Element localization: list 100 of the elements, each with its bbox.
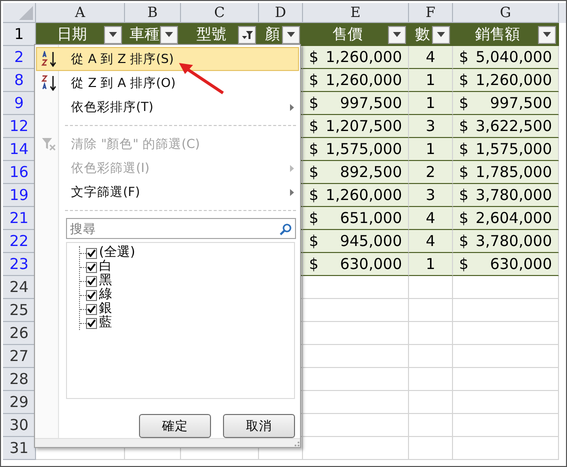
row-number[interactable]: 21 xyxy=(3,207,36,230)
row-number[interactable]: 16 xyxy=(3,161,36,184)
currency-symbol: $ xyxy=(309,138,319,160)
search-icon xyxy=(279,223,292,236)
filter-button[interactable] xyxy=(238,26,256,44)
currency-symbol: $ xyxy=(309,254,319,275)
checkbox-label[interactable]: 黑 xyxy=(99,274,112,288)
row-number[interactable]: 9 xyxy=(3,92,36,115)
filter-button[interactable] xyxy=(104,26,122,44)
row-number[interactable]: 27 xyxy=(3,345,36,368)
checkbox-label[interactable]: 白 xyxy=(99,260,112,274)
filter-button[interactable] xyxy=(538,26,556,44)
currency-symbol: $ xyxy=(459,184,469,206)
currency-symbol: $ xyxy=(459,138,469,160)
table-cell-text: 2 xyxy=(426,162,436,183)
menu-item[interactable]: 從 Z 到 A 排序(O) xyxy=(36,71,299,95)
table-cell-text: 651,000 xyxy=(340,208,402,229)
filter-button[interactable] xyxy=(160,26,178,44)
currency-symbol: $ xyxy=(309,230,319,252)
currency-symbol: $ xyxy=(309,162,319,183)
table-header-cell-text: 日期 xyxy=(56,24,88,46)
table-header-cell-text: 車種 xyxy=(129,24,160,46)
row-number[interactable]: 24 xyxy=(3,276,36,299)
table-cell-text: 1,575,000 xyxy=(476,138,552,160)
filter-icon xyxy=(241,30,253,40)
dialog-button[interactable]: 確定 xyxy=(139,414,211,438)
grid-cell xyxy=(409,414,453,437)
menu-item[interactable]: 文字篩選(F) xyxy=(36,180,299,204)
grid-cell xyxy=(409,299,453,322)
grid-cell xyxy=(409,322,453,345)
sort-ascending-icon xyxy=(40,51,58,67)
checkbox[interactable] xyxy=(86,318,97,329)
currency-symbol: $ xyxy=(309,46,319,68)
table-cell-text: 1 xyxy=(426,92,436,114)
table-cell-text: 1,260,000 xyxy=(326,70,402,91)
filter-button[interactable] xyxy=(388,26,406,44)
checkbox[interactable] xyxy=(86,262,97,273)
filter-button[interactable] xyxy=(432,26,450,44)
currency-symbol: $ xyxy=(309,92,319,114)
table-cell-text: 1,260,000 xyxy=(476,70,552,91)
table-cell-text: 630,000 xyxy=(340,254,402,275)
row-number[interactable]: 14 xyxy=(3,138,36,161)
checkbox-label[interactable]: 藍 xyxy=(99,316,112,330)
row-number[interactable]: 28 xyxy=(3,368,36,391)
currency-symbol: $ xyxy=(459,230,469,252)
grid-cell xyxy=(409,391,453,414)
currency-symbol: $ xyxy=(459,70,469,91)
table-header-cell-text: 數 xyxy=(414,24,431,46)
table-cell-text: 3 xyxy=(426,184,436,206)
table-header-cell-text: 銷售額 xyxy=(474,24,521,46)
table-cell-text: 1,207,500 xyxy=(326,116,402,137)
row-number[interactable]: 22 xyxy=(3,230,36,253)
checkbox[interactable] xyxy=(86,304,97,315)
currency-symbol: $ xyxy=(309,70,319,91)
table-cell-text: 630,000 xyxy=(490,254,552,275)
grid-cell xyxy=(409,437,453,460)
checkbox[interactable] xyxy=(86,276,97,287)
row-number[interactable]: 8 xyxy=(3,69,36,92)
currency-symbol: $ xyxy=(309,184,319,206)
checkbox-label[interactable]: 銀 xyxy=(99,302,112,316)
annotation-arrow xyxy=(177,61,227,97)
dialog-button[interactable]: 取消 xyxy=(223,414,295,438)
row-number[interactable]: 26 xyxy=(3,322,36,345)
menu-item[interactable]: 依色彩排序(T) xyxy=(36,95,299,119)
grid-cell xyxy=(409,345,453,368)
table-cell-text: 4 xyxy=(426,208,436,229)
menu-item[interactable]: 從 A 到 Z 排序(S) xyxy=(36,47,299,71)
row-number[interactable]: 19 xyxy=(3,184,36,207)
clear-filter-icon xyxy=(41,137,57,151)
table-cell-text: 1 xyxy=(426,70,436,91)
caret-icon xyxy=(287,32,295,37)
currency-symbol: $ xyxy=(459,46,469,68)
currency-symbol: $ xyxy=(459,162,469,183)
table-header-cell-text: 顏 xyxy=(264,24,281,46)
table-cell-text: 997,500 xyxy=(340,92,402,114)
grid-cell xyxy=(409,368,453,391)
checkbox[interactable] xyxy=(86,248,97,259)
table-cell-text: 2,604,000 xyxy=(476,208,552,229)
row-number[interactable]: 30 xyxy=(3,414,36,437)
row-number[interactable]: 23 xyxy=(3,253,36,276)
row-number[interactable]: 29 xyxy=(3,391,36,414)
search-field[interactable]: 搜尋 xyxy=(66,218,296,240)
currency-symbol: $ xyxy=(309,116,319,137)
caret-icon xyxy=(165,32,173,37)
table-cell-text: 1,260,000 xyxy=(326,46,402,68)
table-header-cell-text: 型號 xyxy=(196,24,228,46)
checkbox-label[interactable]: (全選) xyxy=(99,246,136,260)
resize-grip-icon[interactable] xyxy=(292,439,300,447)
row-number[interactable]: 2 xyxy=(3,46,36,69)
row-number[interactable]: 1 xyxy=(3,23,36,46)
filter-button[interactable] xyxy=(282,26,300,44)
row-number[interactable]: 25 xyxy=(3,299,36,322)
checkbox-label[interactable]: 綠 xyxy=(99,288,112,302)
row-number[interactable]: 12 xyxy=(3,115,36,138)
table-header-cell-text: 售價 xyxy=(332,24,364,46)
checkbox[interactable] xyxy=(86,290,97,301)
currency-symbol: $ xyxy=(309,208,319,229)
row-number[interactable]: 31 xyxy=(3,437,36,460)
table-cell-text: 892,500 xyxy=(340,162,402,183)
currency-symbol: $ xyxy=(459,116,469,137)
